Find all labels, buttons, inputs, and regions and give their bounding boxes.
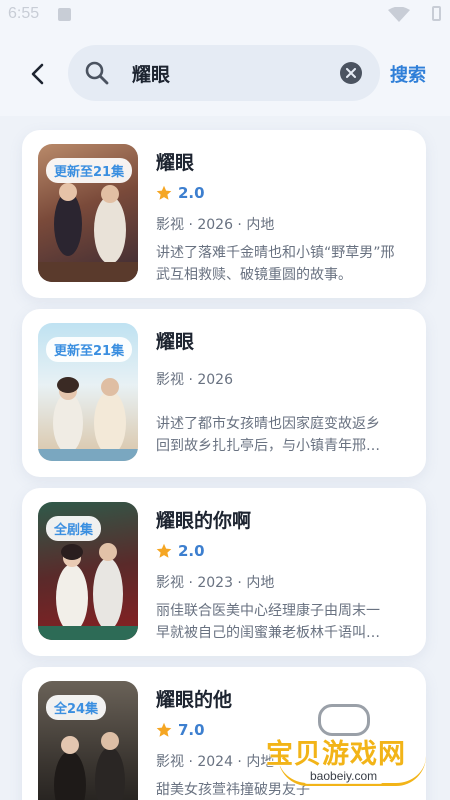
description-line: 回到故乡扎扎亭后，与小镇青年邢… [156,438,380,454]
poster-image: 全剧集 [38,502,138,640]
star-icon [156,722,172,737]
result-title: 耀眼的你啊 [156,510,252,532]
episode-badge: 全剧集 [46,516,102,541]
wifi-icon [388,7,410,22]
description-line: 讲述了都市女孩晴也因家庭变故返乡 [156,416,380,432]
rating-value: 7.0 [178,721,205,739]
poster-image: 更新至21集 [38,144,138,282]
result-description: 讲述了都市女孩晴也因家庭变故返乡 回到故乡扎扎亭后，与小镇青年邢… [156,413,410,457]
poster-image: 全24集 [38,681,138,800]
close-icon [346,68,356,78]
poster-image: 更新至21集 [38,323,138,461]
clear-search-button[interactable] [340,62,362,84]
result-description: 丽佳联合医美中心经理康子由周末一 早就被自己的闺蜜兼老板林千语叫… [156,600,410,644]
description-line: 武互相救赎、破镜重圆的故事。 [156,267,352,283]
description-line: 早就被自己的闺蜜兼老板林千语叫… [156,625,380,641]
description-line: 讲述了落难千金晴也和小镇“野草男”邢 [156,245,395,261]
search-box[interactable] [68,45,380,101]
notification-icon [58,8,71,21]
result-card[interactable]: 更新至21集 耀眼 2.0 影视 · 2026 · 内地 讲述了落难千金晴也和小… [22,130,426,298]
watermark-text: 宝贝游戏网 [266,739,406,770]
result-title: 耀眼的他 [156,689,233,711]
result-meta: 影视 · 2024 · 内地 [156,754,275,770]
search-input[interactable] [132,60,322,86]
search-header: 搜索 [0,32,450,116]
result-card[interactable]: 更新至21集 耀眼 影视 · 2026 讲述了都市女孩晴也因家庭变故返乡 回到故… [22,309,426,477]
status-time: 6:55 [8,5,40,22]
rating: 2.0 [156,542,205,560]
chevron-left-icon [31,63,44,85]
episode-badge: 更新至21集 [46,158,133,183]
episode-badge: 更新至21集 [46,337,133,362]
result-meta: 影视 · 2023 · 内地 [156,575,275,591]
episode-badge: 全24集 [46,695,107,720]
search-icon [85,61,109,85]
result-title: 耀眼 [156,152,195,174]
description-line: 丽佳联合医美中心经理康子由周末一 [156,603,380,619]
battery-icon [432,6,441,21]
status-bar: 6:55 [0,0,450,32]
result-description: 讲述了落难千金晴也和小镇“野草男”邢 武互相救赎、破镜重圆的故事。 [156,242,410,286]
rating: 7.0 [156,721,205,739]
star-icon [156,543,172,558]
result-meta: 影视 · 2026 [156,372,233,388]
rating-value: 2.0 [178,542,205,560]
search-button[interactable]: 搜索 [390,61,426,87]
watermark-url: baobeiy.com [304,768,384,784]
result-card[interactable]: 全剧集 耀眼的你啊 2.0 影视 · 2023 · 内地 丽佳联合医美中心经理康… [22,488,426,656]
back-button[interactable] [24,60,52,88]
rating: 2.0 [156,184,205,202]
rating-value: 2.0 [178,184,205,202]
result-title: 耀眼 [156,331,195,353]
result-meta: 影视 · 2026 · 内地 [156,217,275,233]
star-icon [156,185,172,200]
site-watermark: 宝贝游戏网 baobeiy.com [262,696,442,792]
